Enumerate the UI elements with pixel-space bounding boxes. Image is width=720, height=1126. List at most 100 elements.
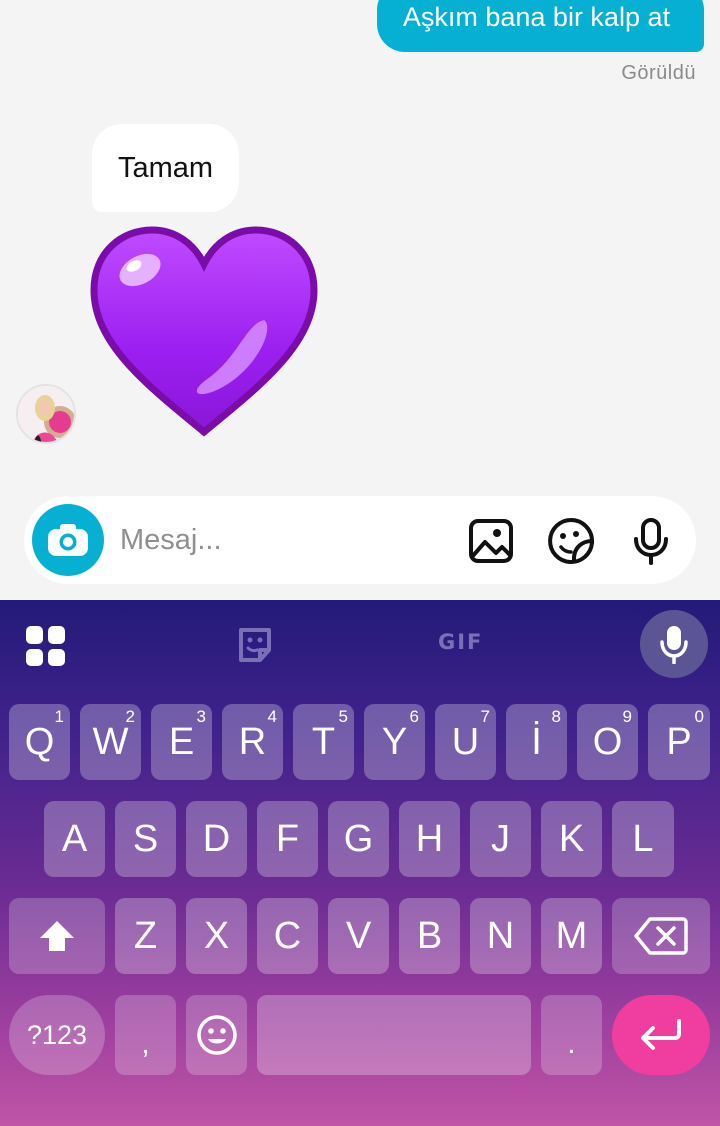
key-i-dotted[interactable]: İ8 (506, 704, 567, 780)
key-b[interactable]: B (399, 898, 460, 974)
key-hint: 8 (551, 707, 561, 726)
voice-input-button[interactable] (640, 610, 708, 678)
enter-arrow-icon (641, 1019, 681, 1050)
key-label: J (491, 817, 510, 860)
key-label: . (567, 1027, 576, 1060)
key-d[interactable]: D (186, 801, 247, 877)
key-label: F (275, 817, 300, 860)
message-input[interactable] (120, 518, 450, 562)
key-hint: 5 (338, 707, 348, 726)
key-hint: 0 (694, 707, 704, 726)
key-label: , (141, 1027, 150, 1060)
key-label: S (132, 817, 159, 860)
microphone-icon (634, 518, 668, 565)
key-q[interactable]: Q1 (9, 704, 70, 780)
key-v[interactable]: V (328, 898, 389, 974)
key-label: H (415, 817, 444, 860)
key-label: N (486, 914, 515, 957)
symbols-key[interactable]: ?123 (9, 995, 105, 1075)
key-hint: 3 (196, 707, 206, 726)
key-s[interactable]: S (115, 801, 176, 877)
key-label: Z (133, 914, 158, 957)
key-n[interactable]: N (470, 898, 531, 974)
key-label: C (273, 914, 302, 957)
key-hint: 9 (622, 707, 632, 726)
key-j[interactable]: J (470, 801, 531, 877)
contact-avatar[interactable] (16, 384, 76, 444)
key-label: K (558, 817, 585, 860)
key-label: İ (531, 720, 542, 763)
key-hint: 6 (409, 707, 419, 726)
comma-key[interactable]: , (115, 995, 176, 1075)
key-label: G (343, 817, 374, 860)
key-m[interactable]: M (541, 898, 602, 974)
enter-key[interactable] (612, 995, 710, 1075)
key-a[interactable]: A (44, 801, 105, 877)
microphone-icon (660, 626, 688, 664)
smiley-icon (196, 1015, 237, 1055)
key-label: L (632, 817, 654, 860)
key-label: E (168, 720, 195, 763)
camera-button[interactable] (32, 504, 104, 576)
key-label: D (202, 817, 231, 860)
key-hint: 2 (125, 707, 135, 726)
key-label: U (451, 720, 480, 763)
key-e[interactable]: E3 (151, 704, 212, 780)
image-icon (469, 519, 513, 563)
period-key[interactable]: . (541, 995, 602, 1075)
key-label: O (592, 720, 623, 763)
key-z[interactable]: Z (115, 898, 176, 974)
key-p[interactable]: P0 (648, 704, 710, 780)
apps-grid-icon[interactable] (26, 626, 66, 666)
avatar-image (18, 386, 74, 442)
key-hint: 4 (267, 707, 277, 726)
key-label: V (345, 914, 372, 957)
incoming-message-text: Tamam (118, 151, 214, 184)
key-h[interactable]: H (399, 801, 460, 877)
key-label: Q (24, 720, 55, 763)
sticker-smile-icon (548, 518, 594, 564)
key-y[interactable]: Y6 (364, 704, 425, 780)
key-label: A (61, 817, 88, 860)
keyboard: GIF Q1 W2 E3 R4 T5 Y6 U7 İ8 O9 P0 A S D … (0, 600, 720, 1126)
key-label: B (416, 914, 443, 957)
key-label: ?123 (26, 1019, 88, 1050)
gallery-button[interactable] (466, 516, 516, 566)
gif-button[interactable]: GIF (438, 630, 483, 654)
key-label: T (311, 720, 336, 763)
backspace-key[interactable] (612, 898, 710, 974)
key-g[interactable]: G (328, 801, 389, 877)
purple-heart-emoji[interactable] (88, 224, 320, 440)
key-w[interactable]: W2 (80, 704, 141, 780)
sticker-button[interactable] (546, 516, 596, 566)
incoming-message-bubble[interactable]: Tamam (92, 124, 240, 212)
outgoing-message-bubble[interactable]: Aşkım bana bir kalp at (376, 0, 704, 52)
key-r[interactable]: R4 (222, 704, 283, 780)
key-hint: 1 (54, 707, 64, 726)
key-o[interactable]: O9 (577, 704, 638, 780)
key-u[interactable]: U7 (435, 704, 496, 780)
emoji-key[interactable] (186, 995, 247, 1075)
shift-key[interactable] (9, 898, 105, 974)
shift-arrow-icon (40, 921, 74, 951)
key-label: R (238, 720, 267, 763)
key-label: M (555, 914, 588, 957)
message-composer (24, 496, 696, 584)
key-f[interactable]: F (257, 801, 318, 877)
key-label: W (92, 720, 129, 763)
key-t[interactable]: T5 (293, 704, 354, 780)
key-k[interactable]: K (541, 801, 602, 877)
key-label: X (203, 914, 230, 957)
seen-status: Görüldü (621, 62, 696, 84)
sticker-icon[interactable] (236, 626, 274, 664)
key-c[interactable]: C (257, 898, 318, 974)
camera-icon (48, 524, 88, 556)
key-hint: 7 (480, 707, 490, 726)
key-label: Y (381, 720, 408, 763)
key-l[interactable]: L (612, 801, 674, 877)
key-label: P (666, 720, 692, 763)
space-key[interactable] (257, 995, 531, 1075)
key-x[interactable]: X (186, 898, 247, 974)
voice-message-button[interactable] (626, 516, 676, 566)
backspace-icon (634, 917, 688, 955)
